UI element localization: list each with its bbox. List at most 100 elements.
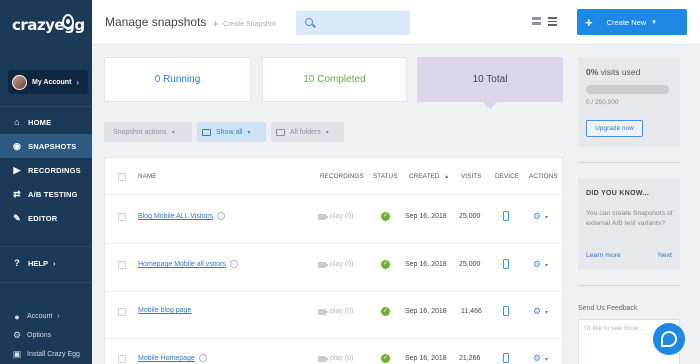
status-complete-icon: ✓ <box>381 307 390 316</box>
snapshot-name: Mobile blog page <box>138 307 192 314</box>
user-icon: ● <box>14 311 20 322</box>
topbar: Manage snapshots + Create Snapshot + Cre… <box>92 0 700 45</box>
chevron-right-icon: › <box>53 258 56 268</box>
nav-item-editor[interactable]: ✎ EDITOR <box>0 206 92 230</box>
caret-down-icon: ▾ <box>171 129 175 136</box>
row-checkbox[interactable] <box>118 308 126 316</box>
divider <box>578 162 680 163</box>
list-view-icon[interactable] <box>548 17 557 26</box>
snapshot-name: Homepage Mobile all vsitors <box>138 260 226 268</box>
mobile-device-icon <box>503 353 509 363</box>
help-label: HELP <box>28 258 49 268</box>
nav-item-home[interactable]: ⌂ HOME <box>0 110 92 134</box>
info-icon[interactable]: i <box>229 260 238 268</box>
folders-label: All folders <box>290 128 321 136</box>
caret-down-icon[interactable]: ▾ <box>545 356 548 363</box>
gear-icon[interactable]: ⚙ <box>533 353 541 364</box>
caret-down-icon: ▾ <box>325 129 329 136</box>
usage-progress-bar <box>586 85 669 94</box>
help-menu[interactable]: ? HELP › <box>12 258 56 268</box>
caret-down-icon[interactable]: ▾ <box>545 309 548 316</box>
snapshot-name-link[interactable]: Mobile blog page <box>138 307 191 314</box>
chevron-right-icon: › <box>57 313 60 320</box>
caret-down-icon[interactable]: ▾ <box>545 214 548 221</box>
account-link[interactable]: ● Account › <box>12 307 80 326</box>
create-snapshot-label: Create Snapshot <box>223 20 276 28</box>
column-header-visits[interactable]: VISITS <box>461 173 482 180</box>
crazyegg-logo[interactable]: crazyegg <box>12 16 85 34</box>
nav-item-label: SNAPSHOTS <box>28 141 77 151</box>
recordings-count: play (0) <box>330 261 354 268</box>
create-new-button[interactable]: + Create New ▾ <box>577 9 687 35</box>
nav-item-ab-testing[interactable]: ⇄ A/B TESTING <box>0 182 92 206</box>
show-filter-dropdown[interactable]: Show all ▾ <box>197 122 266 142</box>
column-header-actions[interactable]: ACTIONS <box>529 173 558 180</box>
create-snapshot-link[interactable]: + Create Snapshot <box>212 17 276 31</box>
row-checkbox[interactable] <box>118 355 126 363</box>
row-checkbox[interactable] <box>118 213 126 221</box>
column-header-device[interactable]: DEVICE <box>495 173 519 180</box>
divider <box>105 194 564 195</box>
column-header-status[interactable]: STATUS <box>373 173 398 180</box>
grid-view-icon[interactable] <box>532 17 541 26</box>
play-recordings-link[interactable]: play (0) <box>318 261 353 268</box>
total-count-card[interactable]: 10 Total <box>417 57 563 102</box>
plus-icon: + <box>585 14 593 30</box>
snapshot-actions-dropdown[interactable]: Snapshot actions ▾ <box>104 122 192 142</box>
chat-support-button[interactable] <box>653 323 685 355</box>
gear-icon[interactable]: ⚙ <box>533 259 541 270</box>
next-tip-link[interactable]: Next <box>658 252 672 259</box>
created-date: Sep 16, 2018 <box>405 213 447 220</box>
gear-icon[interactable]: ⚙ <box>533 211 541 222</box>
snapshot-name: Mobile Homepage <box>138 354 195 362</box>
caret-down-icon: ▾ <box>247 129 251 136</box>
video-camera-icon <box>318 308 329 315</box>
visits-count: 25,000 <box>459 261 481 268</box>
folders-dropdown[interactable]: All folders ▾ <box>271 122 344 142</box>
divider <box>105 243 564 244</box>
visits-used-percent: 0% <box>586 67 599 77</box>
gear-icon[interactable]: ⚙ <box>533 306 541 317</box>
snapshot-name: Blog Mobile ALL Visitors <box>138 212 214 220</box>
play-recordings-link[interactable]: play (0) <box>318 355 353 362</box>
nav-item-snapshots[interactable]: ◉ SNAPSHOTS <box>0 134 92 158</box>
snapshot-name-link[interactable]: Homepage Mobile all vsitors i <box>138 260 238 268</box>
running-count-card[interactable]: 0 Running <box>104 57 251 102</box>
mobile-device-icon <box>503 259 509 269</box>
play-recordings-link[interactable]: play (0) <box>318 213 353 220</box>
install-link[interactable]: ▣ Install Crazy Egg <box>12 345 80 364</box>
did-you-know-box: DID YOU KNOW... You can create Snapshots… <box>578 179 680 269</box>
create-new-label: Create New <box>606 17 647 27</box>
nav-item-label: EDITOR <box>28 213 58 223</box>
video-camera-icon <box>318 261 329 268</box>
column-header-created[interactable]: CREATED ▲ <box>409 173 449 180</box>
column-header-recordings[interactable]: RECORDINGS <box>320 173 364 180</box>
search-input[interactable] <box>296 11 410 35</box>
visits-count-text: 0 / 250,000 <box>586 99 619 106</box>
completed-count-card[interactable]: 10 Completed <box>262 57 407 102</box>
info-icon[interactable]: i <box>198 354 207 362</box>
my-account-button[interactable]: My Account › <box>8 70 88 94</box>
select-all-checkbox[interactable] <box>118 173 126 181</box>
my-account-label: My Account <box>32 78 72 86</box>
snapshot-name-link[interactable]: Blog Mobile ALL Visitors i <box>138 212 226 220</box>
divider <box>578 285 680 286</box>
selected-card-pointer <box>482 101 498 109</box>
plus-icon: + <box>212 17 220 31</box>
status-complete-icon: ✓ <box>381 212 390 221</box>
sidebar: crazyegg My Account › ⌂ HOME ◉ SNAPSHOTS… <box>0 0 92 364</box>
sort-ascending-icon: ▲ <box>444 174 450 180</box>
play-recordings-link[interactable]: play (0) <box>318 308 353 315</box>
row-checkbox[interactable] <box>118 261 126 269</box>
options-link[interactable]: ⚙ Options <box>12 326 80 345</box>
column-header-name[interactable]: NAME <box>138 173 157 180</box>
caret-down-icon[interactable]: ▾ <box>545 262 548 269</box>
ab-test-icon: ⇄ <box>13 188 21 199</box>
upgrade-now-button[interactable]: Upgrade now <box>586 120 643 137</box>
learn-more-link[interactable]: Learn more <box>586 252 621 259</box>
nav-item-recordings[interactable]: ▶ RECORDINGS <box>0 158 92 182</box>
snapshot-name-link[interactable]: Mobile Homepage i <box>138 354 207 362</box>
account-link-label: Account <box>27 313 53 320</box>
info-icon[interactable]: i <box>217 212 226 220</box>
folder-icon <box>276 128 285 136</box>
